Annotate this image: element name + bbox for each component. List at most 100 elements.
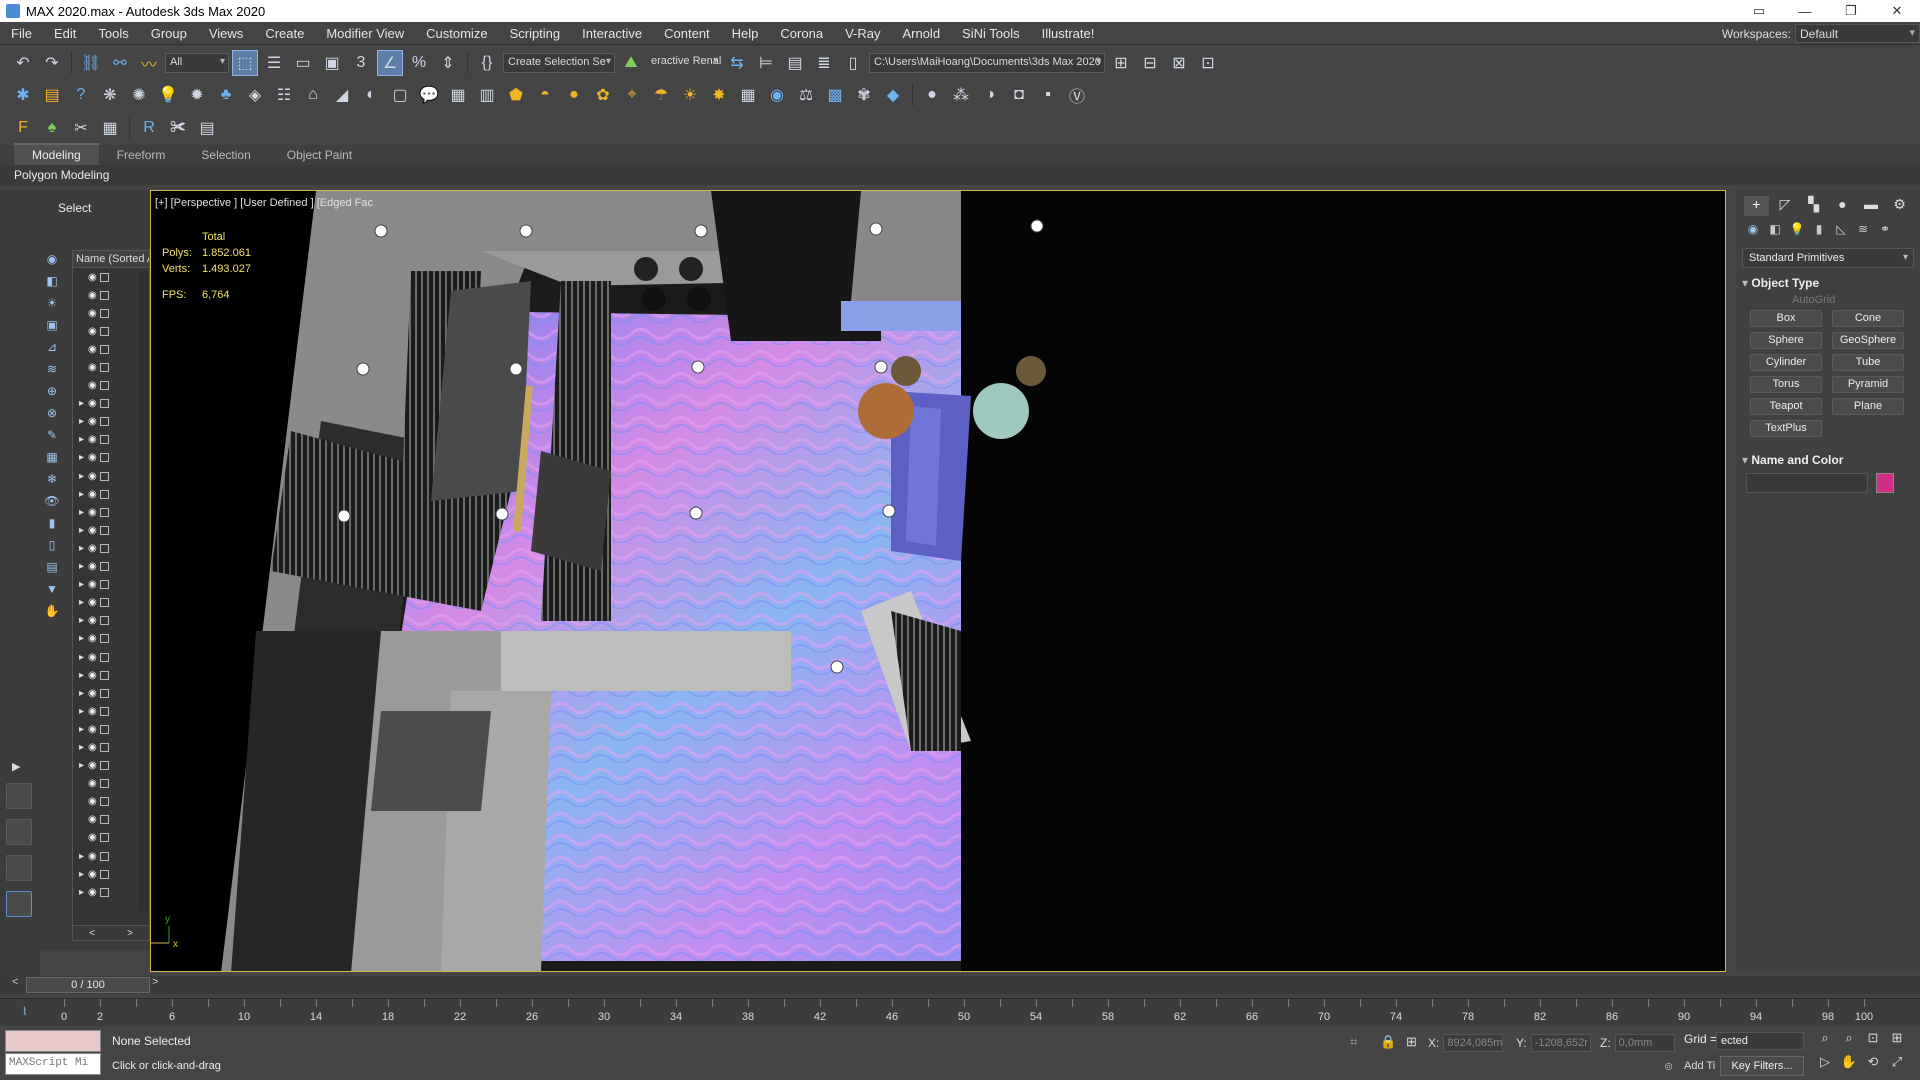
visibility-eye-icon[interactable]: ◉ — [88, 887, 97, 898]
tab-modeling[interactable]: Modeling — [14, 143, 99, 165]
visibility-eye-icon[interactable]: ◉ — [88, 706, 97, 717]
scene-scrollbar[interactable] — [139, 271, 148, 911]
material-sphere-icon[interactable]: ● — [919, 82, 945, 108]
zoom-extents-all-icon[interactable]: ⊞ — [1887, 1030, 1907, 1050]
textplus-button[interactable]: TextPlus — [1750, 420, 1822, 437]
box-button[interactable]: Box — [1750, 310, 1822, 327]
area-light-icon[interactable]: ⬟ — [503, 82, 529, 108]
tab-freeform[interactable]: Freeform — [99, 145, 184, 165]
menu-views[interactable]: Views — [198, 26, 254, 41]
minimize-button[interactable]: — — [1782, 0, 1828, 22]
maxscript-mini-listener[interactable]: MAXScript Mi — [5, 1053, 101, 1075]
grid-list-icon[interactable]: ▦ — [97, 115, 123, 141]
visibility-eye-icon[interactable]: ◉ — [88, 525, 97, 536]
display-frozen-icon[interactable]: ❄ — [42, 472, 62, 492]
scene-converter-icon[interactable]: ✱ — [10, 82, 36, 108]
polygon-modeling-label[interactable]: Polygon Modeling — [0, 165, 1920, 185]
list-item[interactable]: ◉ — [73, 377, 149, 395]
display-helpers-icon[interactable]: ⊿ — [42, 340, 62, 360]
window-crossing-icon[interactable]: ▣ — [319, 50, 345, 76]
vray-logo-icon[interactable]: Ⓥ — [1064, 82, 1090, 108]
scroll-left-arrow[interactable]: < — [89, 928, 95, 939]
project-path-dropdown[interactable]: C:\Users\MaiHoang\Documents\3ds Max 2020 — [869, 53, 1105, 73]
time-slider[interactable]: < 0 / 100 > — [0, 976, 1920, 994]
visibility-eye-icon[interactable]: ◉ — [88, 561, 97, 572]
menu-corona[interactable]: Corona — [769, 26, 834, 41]
menu-scripting[interactable]: Scripting — [499, 26, 572, 41]
viewport-label[interactable]: [+] [Perspective ] [User Defined ] [Edge… — [155, 197, 373, 209]
workspaces-dropdown[interactable]: Default — [1795, 24, 1920, 43]
menu-sini-tools[interactable]: SiNi Tools — [951, 26, 1031, 41]
menu-create[interactable]: Create — [254, 26, 315, 41]
list-item[interactable]: ▸ ◉ — [73, 630, 149, 648]
absolute-mode-icon[interactable]: ⊞ — [1406, 1034, 1417, 1050]
expand-arrow-icon[interactable]: ▸ — [79, 742, 85, 753]
restore-tablet-icon[interactable]: ▭ — [1736, 0, 1782, 22]
list-item[interactable]: ▸ ◉ — [73, 684, 149, 702]
project-icon[interactable]: ▯ — [840, 50, 866, 76]
display-cameras-icon[interactable]: ▣ — [42, 318, 62, 338]
expand-arrow-icon[interactable]: ▸ — [79, 851, 85, 862]
menu-tools[interactable]: Tools — [87, 26, 139, 41]
display-all-icon[interactable]: ▮ — [42, 516, 62, 536]
viewport-layout-icon-4[interactable]: ⊡ — [1195, 50, 1221, 76]
sun-light-icon[interactable]: ✹ — [184, 82, 210, 108]
visibility-eye-icon[interactable]: ◉ — [88, 869, 97, 880]
visibility-eye-icon[interactable]: ◉ — [88, 652, 97, 663]
list-item[interactable]: ▸ ◉ — [73, 431, 149, 449]
column-header-name[interactable]: Name (Sorted A — [73, 251, 149, 268]
viewport-layout-icon-2[interactable]: ⊟ — [1137, 50, 1163, 76]
scroll-right-arrow[interactable]: > — [127, 928, 133, 939]
expand-arrow-icon[interactable]: ▸ — [79, 543, 85, 554]
visibility-eye-icon[interactable]: ◉ — [88, 688, 97, 699]
material-browser-icon[interactable]: ◑ — [977, 82, 1003, 108]
render-icon[interactable]: ▥ — [474, 82, 500, 108]
tree-icon[interactable]: ♣ — [213, 82, 239, 108]
list-item[interactable]: ▸ ◉ — [73, 612, 149, 630]
list-item[interactable]: ▸ ◉ — [73, 847, 149, 865]
viewport-layout-icon-1[interactable]: ⊞ — [1108, 50, 1134, 76]
sphere-light-icon[interactable]: ● — [561, 82, 587, 108]
display-hidden-icon[interactable]: 👁 — [42, 494, 62, 514]
list-item[interactable]: ◉ — [73, 304, 149, 322]
menu-interactive[interactable]: Interactive — [571, 26, 653, 41]
help-icon[interactable]: ? — [68, 82, 94, 108]
texture-icon[interactable]: ▪ — [1035, 82, 1061, 108]
systems-icon[interactable]: ⚭ — [1876, 222, 1894, 240]
railclone-icon[interactable]: R — [136, 115, 162, 141]
helpers-icon[interactable]: ◺ — [1832, 222, 1850, 240]
display-lights-icon[interactable]: ☀ — [42, 296, 62, 316]
menu-vray[interactable]: V-Ray — [834, 26, 891, 41]
visibility-eye-icon[interactable]: ◉ — [88, 851, 97, 862]
unlink-icon[interactable]: ⚯ — [107, 50, 133, 76]
list-item[interactable]: ▸ ◉ — [73, 648, 149, 666]
display-geometry-icon[interactable]: ◉ — [42, 252, 62, 272]
percent-snap-icon[interactable]: % — [406, 50, 432, 76]
time-slider-thumb[interactable]: 0 / 100 — [26, 977, 150, 993]
x-field[interactable]: 8924,085m — [1443, 1034, 1504, 1052]
interactive-render-label[interactable]: eractive Renal — [647, 53, 721, 73]
visibility-eye-icon[interactable]: ◉ — [88, 832, 97, 843]
expand-arrow-icon[interactable]: ▸ — [79, 688, 85, 699]
geometry-icon[interactable]: ◉ — [1744, 222, 1762, 240]
tag-icon[interactable]: ⌂ — [300, 82, 326, 108]
sky-icon[interactable]: ✸ — [706, 82, 732, 108]
menu-help[interactable]: Help — [721, 26, 770, 41]
sphere-button[interactable]: Sphere — [1750, 332, 1822, 349]
visibility-eye-icon[interactable]: ◉ — [88, 398, 97, 409]
visibility-eye-icon[interactable]: ◉ — [88, 814, 97, 825]
shapes-icon[interactable]: ◧ — [1766, 222, 1784, 240]
spinner-snap-icon[interactable]: ⇕ — [435, 50, 461, 76]
geosphere-button[interactable]: GeoSphere — [1832, 332, 1904, 349]
zoom-extents-icon[interactable]: ⊡ — [1863, 1030, 1883, 1050]
invert-display-icon[interactable]: ▤ — [42, 560, 62, 580]
visibility-eye-icon[interactable]: ◉ — [88, 489, 97, 500]
list-item[interactable]: ▸ ◉ — [73, 702, 149, 720]
list-item[interactable]: ▸ ◉ — [73, 413, 149, 431]
grid-dropdown[interactable]: ected — [1716, 1032, 1804, 1050]
expand-arrow-icon[interactable]: ▸ — [79, 597, 85, 608]
object-color-swatch[interactable] — [1876, 473, 1894, 493]
zoom-all-icon[interactable]: ⌕ — [1839, 1030, 1859, 1050]
visibility-eye-icon[interactable]: ◉ — [88, 290, 97, 301]
fur-icon[interactable]: ✾ — [851, 82, 877, 108]
